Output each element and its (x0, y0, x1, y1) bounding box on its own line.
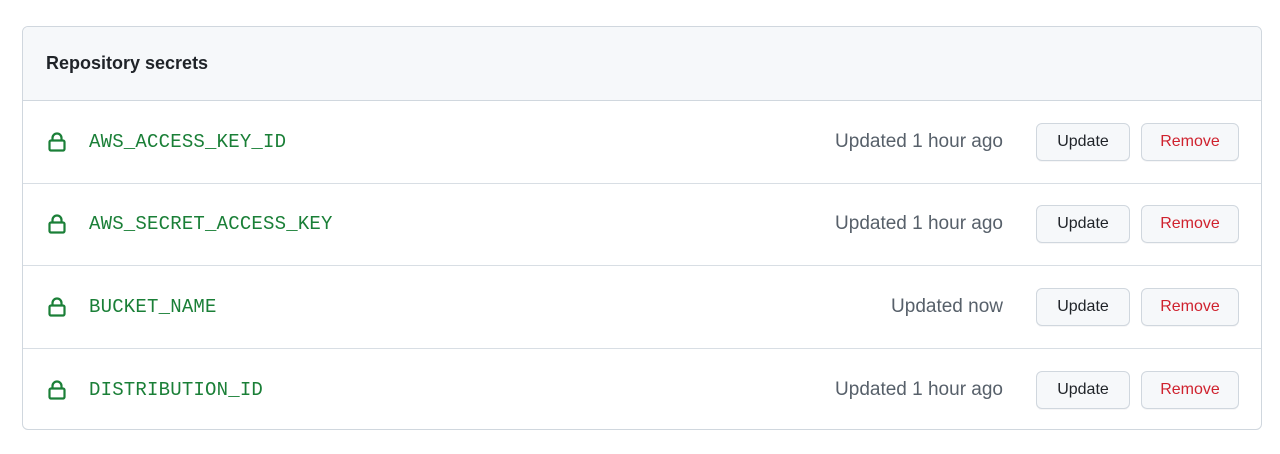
lock-icon (46, 379, 68, 401)
secret-name: DISTRIBUTION_ID (89, 378, 264, 401)
secret-name: AWS_SECRET_ACCESS_KEY (89, 213, 333, 236)
updated-timestamp: Updated now (891, 295, 1003, 317)
updated-timestamp: Updated 1 hour ago (835, 130, 1003, 152)
remove-button[interactable]: Remove (1141, 122, 1239, 161)
update-button[interactable]: Update (1036, 122, 1130, 161)
updated-timestamp: Updated 1 hour ago (835, 213, 1003, 235)
panel-header: Repository secrets (23, 27, 1261, 101)
repository-secrets-panel: Repository secrets AWS_ACCESS_KEY_ID Upd… (22, 26, 1262, 430)
remove-button[interactable]: Remove (1141, 370, 1239, 409)
secret-row: AWS_SECRET_ACCESS_KEY Updated 1 hour ago… (23, 184, 1261, 266)
remove-button[interactable]: Remove (1141, 205, 1239, 244)
panel-title: Repository secrets (46, 53, 209, 73)
remove-button[interactable]: Remove (1141, 287, 1239, 326)
updated-timestamp: Updated 1 hour ago (835, 378, 1003, 400)
secret-row: DISTRIBUTION_ID Updated 1 hour ago Updat… (23, 349, 1261, 430)
secret-name: BUCKET_NAME (89, 295, 217, 318)
secret-row: AWS_ACCESS_KEY_ID Updated 1 hour ago Upd… (23, 101, 1261, 184)
secret-row: BUCKET_NAME Updated now Update Remove (23, 266, 1261, 349)
secret-name: AWS_ACCESS_KEY_ID (89, 130, 287, 153)
lock-icon (46, 296, 68, 318)
lock-icon (46, 213, 68, 235)
update-button[interactable]: Update (1036, 205, 1130, 244)
update-button[interactable]: Update (1036, 370, 1130, 409)
update-button[interactable]: Update (1036, 287, 1130, 326)
lock-icon (46, 131, 68, 153)
